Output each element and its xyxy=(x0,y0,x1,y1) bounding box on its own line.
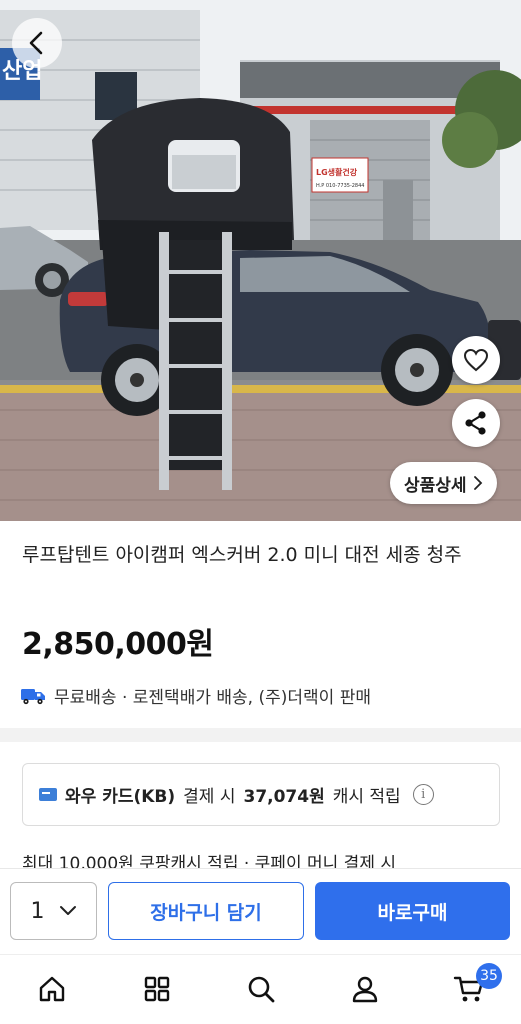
nav-categories[interactable] xyxy=(139,971,175,1007)
credit-card-icon xyxy=(39,788,57,801)
card-name: 와우 카드(KB) xyxy=(65,787,176,807)
product-title: 루프탑텐트 아이캠퍼 엑스커버 2.0 미니 대전 세종 청주 xyxy=(22,544,462,566)
add-to-cart-button[interactable]: 장바구니 담기 xyxy=(108,882,304,940)
bottom-nav xyxy=(0,954,521,1024)
share-icon xyxy=(465,411,486,435)
share-button[interactable] xyxy=(452,399,500,447)
shipping-text: 무료배송 · 로젠택배가 배송, (주)더랙이 판매 xyxy=(54,688,371,708)
card-benefit-text-end: 캐시 적립 xyxy=(332,787,401,807)
chevron-right-icon xyxy=(473,476,482,490)
search-icon xyxy=(248,976,275,1003)
back-button[interactable] xyxy=(12,18,62,68)
quantity-value: 1 xyxy=(30,898,45,924)
user-icon xyxy=(352,976,378,1003)
quantity-select[interactable]: 1 xyxy=(10,882,97,940)
card-benefit-amount: 37,074원 xyxy=(243,787,325,807)
buy-now-button[interactable]: 바로구매 xyxy=(315,882,510,940)
chevron-down-icon xyxy=(59,906,76,915)
nav-home[interactable] xyxy=(34,971,70,1007)
store-sign-text: LG생활건강 xyxy=(316,167,358,177)
store-sign-phone: H.P 010-7735-2844 xyxy=(316,183,364,189)
shipping-info: 무료배송 · 로젠택배가 배송, (주)더랙이 판매 xyxy=(20,683,371,708)
cart-count-badge: 35 xyxy=(476,963,502,989)
product-page: 산업 LG생활건강 H.P 010-7735-2844 상품상세 루프탑텐트 아… xyxy=(0,0,521,1024)
info-icon[interactable]: i xyxy=(412,784,434,805)
nav-my-account[interactable] xyxy=(347,971,383,1007)
product-price: 2,850,000원 xyxy=(22,627,214,662)
product-detail-label: 상품상세 xyxy=(404,475,467,496)
nav-search[interactable] xyxy=(243,971,279,1007)
section-divider xyxy=(0,728,521,742)
purchase-bar: 1 장바구니 담기 바로구매 xyxy=(0,868,521,954)
favorite-button[interactable] xyxy=(452,336,500,384)
heart-icon xyxy=(463,348,489,372)
product-image[interactable]: 산업 LG생활건강 H.P 010-7735-2844 상품상세 xyxy=(0,0,521,521)
product-detail-button[interactable]: 상품상세 xyxy=(390,462,497,504)
product-photo-illustration: 산업 LG생활건강 H.P 010-7735-2844 xyxy=(0,0,521,521)
home-icon xyxy=(39,976,65,1002)
grid-icon xyxy=(144,976,170,1002)
card-benefit-text-middle: 결제 시 xyxy=(183,787,236,807)
chevron-left-icon xyxy=(29,31,43,55)
delivery-truck-icon xyxy=(21,688,45,704)
card-benefit-box[interactable]: 와우 카드(KB) 결제 시 37,074원 캐시 적립 i xyxy=(22,763,500,826)
